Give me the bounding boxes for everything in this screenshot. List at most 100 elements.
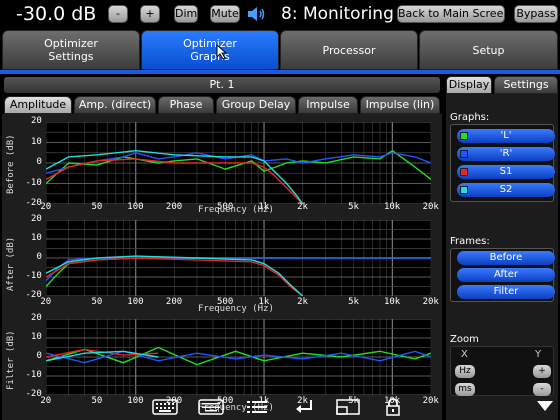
y-tick-label: 20 — [31, 116, 42, 126]
tab-impulse-lin[interactable]: Impulse (lin) — [360, 96, 440, 114]
x-tick-label: 20 — [40, 202, 52, 212]
y-tick-label: 0 — [36, 351, 42, 361]
zoom-hz-button[interactable]: Hz — [455, 365, 475, 378]
series-line-l — [46, 257, 431, 287]
after-x-label: Frequency (Hz) — [198, 304, 274, 314]
x-tick-label: 20k — [422, 297, 439, 307]
y-tick-label: -10 — [25, 271, 42, 281]
x-tick-label: 20 — [40, 396, 52, 406]
keyboard-icon[interactable] — [152, 398, 178, 416]
color-swatch — [460, 150, 468, 158]
y-tick-label: -20 — [25, 389, 42, 399]
color-swatch — [460, 186, 468, 194]
before-plot[interactable] — [46, 122, 431, 204]
series-line-l — [46, 149, 431, 185]
y-tick-label: 10 — [31, 233, 42, 243]
tab-amplitude[interactable]: Amplitude — [4, 96, 72, 114]
tab-underline — [0, 70, 560, 74]
speaker-icon[interactable] — [246, 5, 268, 23]
tab-group-delay[interactable]: Group Delay — [216, 96, 296, 114]
preset-name: 8: Monitoring -2 — [281, 4, 395, 24]
x-tick-label: 20k — [422, 202, 439, 212]
back-to-main-button[interactable]: Back to Main Screen — [397, 5, 505, 23]
dim-button[interactable]: Dim — [174, 5, 198, 23]
y-tick-label: -20 — [25, 290, 42, 300]
window-icon[interactable] — [336, 398, 360, 416]
volume-readout: -30.0 dB — [16, 3, 97, 25]
volume-down-button[interactable]: - — [108, 5, 128, 23]
graph-label: 'L' — [500, 130, 512, 141]
tab-label-line1: Optimizer — [44, 37, 98, 50]
x-tick-label: 200 — [165, 202, 183, 212]
filter-plot[interactable] — [46, 319, 431, 395]
graph-s1-button[interactable]: S1 — [457, 165, 555, 179]
y-tick-label: 20 — [31, 313, 42, 323]
tab-amp-direct[interactable]: Amp. (direct) — [74, 96, 156, 114]
tab-impulse[interactable]: Impulse — [298, 96, 358, 114]
graph-l-button[interactable]: 'L' — [457, 129, 555, 143]
x-tick-label: 50 — [91, 202, 103, 212]
zoom-ms-button[interactable]: ms — [455, 383, 475, 396]
tab-label: Processor — [322, 43, 376, 57]
before-axis-label: Before (dB) — [6, 134, 16, 194]
color-swatch — [460, 168, 468, 176]
color-swatch — [460, 132, 468, 140]
x-tick-label: 20 — [40, 297, 52, 307]
y-tick-label: 10 — [31, 332, 42, 342]
display-panel: Graphs: 'L' 'R' S1 S2 Frames: Before Aft… — [446, 94, 558, 420]
graphs-heading: Graphs: — [450, 112, 490, 123]
x-tick-label: 5k — [348, 202, 359, 212]
zoom-y-label: Y — [535, 349, 542, 360]
tab-label-line1: Optimizer — [183, 37, 237, 50]
x-tick-label: 2k — [297, 202, 308, 212]
volume-up-button[interactable]: + — [140, 5, 160, 23]
x-tick-label: 50 — [91, 396, 103, 406]
tab-processor[interactable]: Processor — [280, 30, 418, 70]
frame-filter-button[interactable]: Filter — [457, 285, 555, 299]
after-plot[interactable] — [46, 220, 431, 296]
tab-label-line2: Settings — [48, 50, 94, 63]
tab-optimizer-graphs[interactable]: Optimizer Graphs — [141, 30, 279, 70]
x-tick-label: 10k — [383, 202, 401, 212]
tab-phase[interactable]: Phase — [158, 96, 214, 114]
tab-label-line2: Graphs — [190, 50, 230, 63]
dropdown-icon[interactable] — [536, 400, 554, 412]
zoom-y-plus-button[interactable]: + — [533, 365, 551, 378]
x-tick-label: 2k — [297, 297, 308, 307]
graph-s2-button[interactable]: S2 — [457, 183, 555, 197]
x-tick-label: 50 — [91, 297, 103, 307]
list-icon[interactable] — [246, 398, 268, 416]
y-tick-label: 0 — [36, 252, 42, 262]
enter-icon[interactable] — [294, 398, 314, 416]
tab-display[interactable]: Display — [446, 76, 492, 94]
zoom-y-minus-button[interactable]: - — [533, 383, 551, 396]
y-tick-label: 20 — [31, 214, 42, 224]
lock-icon[interactable] — [384, 398, 402, 416]
tab-display-settings[interactable]: Settings — [494, 76, 558, 94]
zoom-x-label: X — [461, 349, 468, 360]
graph-label: 'R' — [499, 148, 513, 159]
bypass-button[interactable]: Bypass — [514, 5, 558, 23]
before-x-label: Frequency (Hz) — [198, 205, 274, 215]
keyboard-alt-icon[interactable] — [198, 398, 224, 416]
after-axis-label: After (dB) — [6, 236, 16, 291]
mute-button[interactable]: Mute — [210, 5, 240, 23]
top-bar: -30.0 dB - + Dim Mute 8: Monitoring -2 B… — [0, 0, 560, 28]
graphs-box: 'L' 'R' S1 S2 — [450, 124, 555, 202]
x-tick-label: 5k — [348, 297, 359, 307]
tab-label: Setup — [472, 43, 505, 57]
point-selector[interactable]: Pt. 1 — [4, 77, 440, 93]
frame-before-button[interactable]: Before — [457, 251, 555, 265]
graph-label: S1 — [499, 166, 513, 177]
frame-after-button[interactable]: After — [457, 268, 555, 282]
tab-optimizer-settings[interactable]: Optimizer Settings — [2, 30, 140, 70]
series-line-l — [46, 346, 431, 366]
x-tick-label: 100 — [127, 297, 144, 307]
y-tick-label: -10 — [25, 177, 42, 188]
x-tick-label: 20k — [422, 396, 439, 406]
graph-r-button[interactable]: 'R' — [457, 147, 555, 161]
tab-setup[interactable]: Setup — [419, 30, 558, 70]
mouse-cursor-icon — [216, 44, 228, 60]
x-tick-label: 100 — [127, 202, 144, 212]
x-tick-label: 10k — [383, 297, 401, 307]
